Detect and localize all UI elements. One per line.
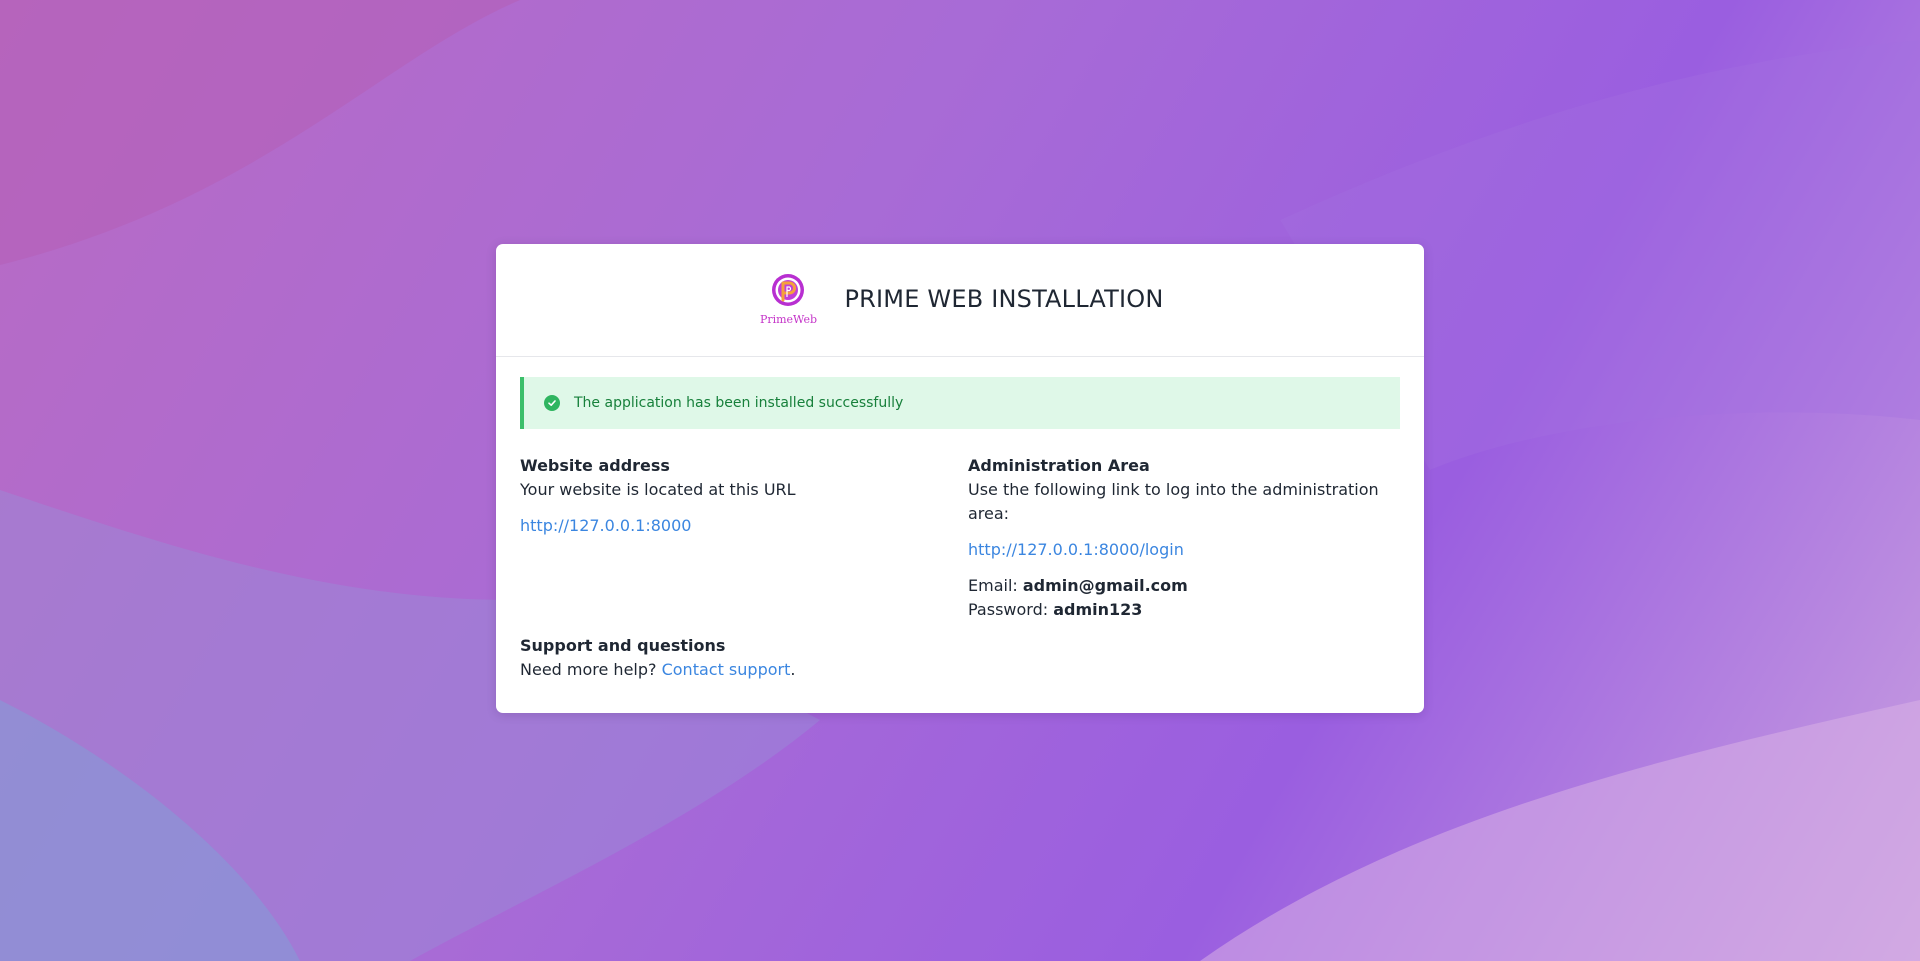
- website-address-section: Website address Your website is located …: [520, 454, 920, 538]
- support-heading: Support and questions: [520, 636, 726, 655]
- primeweb-logo: PrimeWeb: [756, 272, 820, 328]
- support-prefix: Need more help?: [520, 660, 662, 679]
- administration-section: Administration Area Use the following li…: [968, 454, 1408, 622]
- support-text: Need more help? Contact support.: [520, 658, 795, 682]
- password-label: Password:: [968, 600, 1054, 619]
- card-header: PrimeWeb PRIME WEB INSTALLATION: [496, 244, 1424, 357]
- support-section: Support and questions Need more help? Co…: [520, 634, 795, 682]
- admin-heading: Administration Area: [968, 456, 1150, 475]
- contact-support-link[interactable]: Contact support: [662, 660, 791, 679]
- support-suffix: .: [790, 660, 796, 679]
- installation-card: PrimeWeb PRIME WEB INSTALLATION The appl…: [496, 244, 1424, 713]
- check-circle-icon: [544, 395, 560, 411]
- admin-password-line: Password: admin123: [968, 598, 1408, 622]
- website-heading: Website address: [520, 456, 670, 475]
- email-value: admin@gmail.com: [1022, 576, 1188, 595]
- email-label: Email:: [968, 576, 1023, 595]
- primeweb-logo-icon: [772, 274, 805, 306]
- admin-description: Use the following link to log into the a…: [968, 480, 1379, 523]
- page-title: PRIME WEB INSTALLATION: [844, 285, 1164, 313]
- password-value: admin123: [1053, 600, 1143, 619]
- website-description: Your website is located at this URL: [520, 480, 796, 499]
- website-url-link[interactable]: http://127.0.0.1:8000: [520, 516, 691, 535]
- admin-login-link[interactable]: http://127.0.0.1:8000/login: [968, 540, 1184, 559]
- alert-message: The application has been installed succe…: [574, 395, 904, 411]
- admin-email-line: Email: admin@gmail.com: [968, 574, 1408, 598]
- logo-text: PrimeWeb: [759, 313, 818, 326]
- success-alert: The application has been installed succe…: [520, 377, 1400, 429]
